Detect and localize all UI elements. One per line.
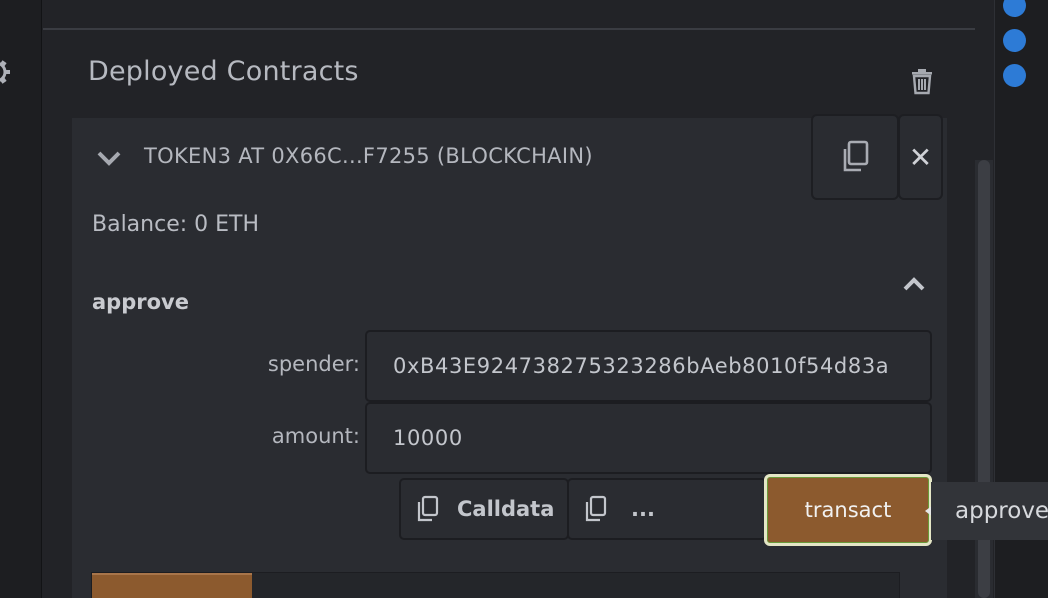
copy-address-button[interactable] [811, 114, 899, 200]
section-title: Deployed Contracts [88, 56, 359, 87]
status-dot [1003, 29, 1026, 52]
amount-input[interactable]: 10000 [365, 402, 932, 474]
trash-icon[interactable] [907, 66, 937, 96]
chevron-up-icon[interactable] [902, 274, 926, 294]
tooltip-text: approve [955, 498, 1048, 524]
contract-card: TOKEN3 AT 0X66C...F7255 (BLOCKCHAIN) ✕ B… [72, 114, 947, 598]
param-label-spender: spender: [267, 352, 360, 376]
divider [43, 28, 975, 30]
left-sidebar [0, 0, 42, 598]
tooltip: approve [931, 482, 1048, 540]
close-button[interactable]: ✕ [898, 114, 943, 200]
copy-icon [585, 495, 607, 522]
close-icon: ✕ [908, 140, 933, 174]
gear-icon[interactable] [0, 52, 14, 92]
next-function-row [91, 572, 900, 598]
copy-icon [843, 140, 869, 172]
copy-calldata-button[interactable]: Calldata [399, 478, 569, 540]
chevron-down-icon[interactable] [96, 148, 122, 168]
status-dot [1003, 64, 1026, 87]
spender-input[interactable]: 0xB43E924738275323286bAeb8010f54d83a [365, 330, 932, 402]
deployed-contracts-panel: Deployed Contracts TOKEN3 AT 0X66C...F72… [43, 0, 975, 598]
next-function-button[interactable] [92, 573, 252, 598]
contract-title[interactable]: TOKEN3 AT 0X66C...F7255 (BLOCKCHAIN) [144, 144, 593, 168]
dots-label: ... [631, 497, 655, 521]
copy-parameters-button[interactable]: ... [567, 478, 767, 540]
transact-button[interactable]: transact [764, 474, 932, 546]
calldata-label: Calldata [457, 497, 555, 521]
param-label-amount: amount: [271, 424, 360, 448]
function-name: approve [92, 290, 189, 314]
copy-icon [417, 495, 439, 522]
balance-text: Balance: 0 ETH [92, 212, 260, 237]
